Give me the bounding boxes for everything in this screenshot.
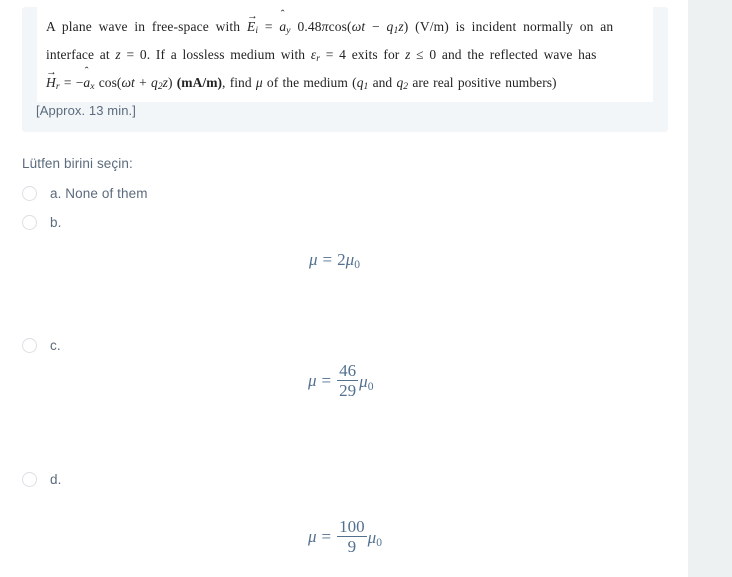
math-d-fraction: 100 9 — [337, 516, 367, 556]
math-b-coefficient: 2 — [337, 250, 346, 269]
math-c-unit: μ — [359, 371, 368, 391]
stem-line-1: A plane wave in free-space with → Ei = ̂ a… — [46, 9, 614, 37]
answer-math-b: μ = 2μ0 — [309, 250, 360, 271]
math-d-relation: = — [321, 527, 332, 546]
answer-label-d: d. — [50, 472, 62, 487]
answer-math-c: μ = 46 29 μ0 — [308, 360, 374, 401]
math-b-relation: = — [322, 250, 333, 269]
math-c-fraction: 46 29 — [337, 360, 359, 400]
math-d-denominator: 9 — [337, 535, 367, 556]
radio-button-a[interactable] — [22, 186, 37, 201]
radio-button-d[interactable] — [22, 472, 37, 487]
math-d-unit: μ — [367, 527, 377, 547]
answer-math-d: μ = 100 9 μ0 — [308, 516, 382, 557]
math-d-numerator: 100 — [339, 516, 365, 536]
radio-button-c[interactable] — [22, 338, 37, 353]
math-b-lhs: μ — [309, 250, 318, 269]
answer-label-a: a. None of them — [50, 186, 148, 201]
question-stem-box: A plane wave in free-space with → Ei = ̂ a… — [22, 7, 668, 132]
stem-line-2: interface at z = 0. If a lossless medium… — [46, 47, 597, 65]
question-page: A plane wave in free-space with → Ei = ̂ a… — [0, 0, 688, 577]
math-c-numerator: 46 — [339, 360, 357, 380]
math-b-unit-subscript: 0 — [354, 257, 360, 271]
approx-time-label: [Approx. 13 min.] — [36, 103, 136, 118]
math-d-unit-subscript: 0 — [376, 535, 382, 549]
math-c-denominator: 29 — [337, 379, 359, 400]
page-right-gutter — [688, 0, 732, 577]
math-c-unit-subscript: 0 — [367, 379, 374, 393]
question-stem-image: A plane wave in free-space with → Ei = ̂ a… — [37, 7, 653, 102]
math-c-lhs: μ — [308, 371, 317, 390]
select-one-prompt: Lütfen birini seçin: — [22, 156, 133, 171]
answer-label-c: c. — [50, 338, 61, 353]
answer-label-b: b. — [50, 215, 62, 230]
math-d-lhs: μ — [308, 527, 317, 546]
math-c-relation: = — [321, 371, 332, 390]
math-b-unit: μ — [345, 250, 355, 269]
radio-button-b[interactable] — [22, 215, 37, 230]
stem-line-3: → Hr = −̂ ax cos(ωt + q2z) (mA/m), find μ … — [46, 65, 557, 93]
